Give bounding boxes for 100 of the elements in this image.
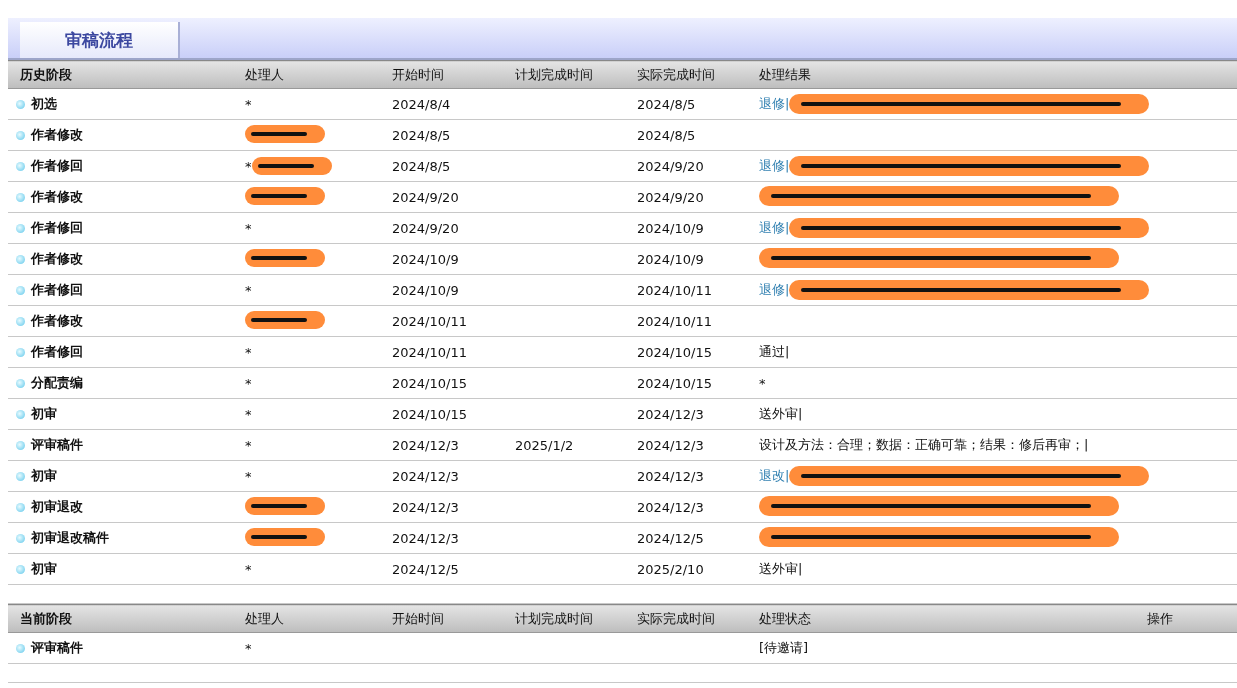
- result-text: 通过|: [759, 343, 790, 361]
- actual-date: 2024/12/5: [637, 530, 704, 546]
- start-date: 2024/12/3: [392, 499, 459, 515]
- result-link[interactable]: 退修|: [759, 281, 790, 299]
- stage-name: 作者修回: [31, 343, 83, 361]
- result-link[interactable]: 退修|: [759, 157, 790, 175]
- actual-date: 2024/12/3: [637, 468, 704, 484]
- stage-name: 作者修改: [31, 312, 83, 330]
- result-link[interactable]: 退修|: [759, 219, 790, 237]
- result-text: 设计及方法：合理；数据：正确可靠；结果：修后再审；|: [759, 436, 1089, 454]
- start-date: 2024/10/11: [392, 344, 467, 360]
- bullet-icon: [16, 564, 25, 574]
- handler-name: *: [245, 561, 252, 577]
- start-date: 2024/8/4: [392, 96, 451, 112]
- actual-date: 2024/8/5: [637, 127, 696, 143]
- start-date: 2024/9/20: [392, 189, 459, 205]
- start-date: 2024/10/15: [392, 406, 467, 422]
- stage-name: 评审稿件: [31, 436, 83, 454]
- actual-date: 2024/10/9: [637, 220, 704, 236]
- start-date: 2024/10/9: [392, 282, 459, 298]
- column-header: 开始时间: [392, 610, 444, 626]
- stage-name: 评审稿件: [31, 639, 83, 657]
- start-date: 2024/10/15: [392, 375, 467, 391]
- column-header: 处理结果: [759, 66, 811, 82]
- stage-name: 作者修回: [31, 219, 83, 237]
- stage-name: 初选: [31, 95, 57, 113]
- stage-name: 初审退改稿件: [31, 529, 109, 547]
- bullet-icon: [16, 471, 25, 481]
- tab[interactable]: 审稿流程: [20, 22, 180, 58]
- handler-name: *: [245, 96, 252, 112]
- handler-name: *: [245, 375, 252, 391]
- bullet-icon: [16, 254, 25, 264]
- status-text: [待邀请]: [759, 640, 809, 655]
- actual-date: 2024/12/3: [637, 437, 704, 453]
- actual-date: 2024/10/11: [637, 313, 712, 329]
- planned-date: 2025/1/2: [515, 437, 574, 453]
- handler-name: *: [245, 406, 252, 422]
- start-date: 2024/12/5: [392, 561, 459, 577]
- stage-name: 初审: [31, 405, 57, 423]
- bullet-icon: [16, 440, 25, 450]
- column-header: 处理人: [245, 66, 284, 82]
- column-header: 操作: [1147, 610, 1173, 626]
- start-date: 2024/12/3: [392, 437, 459, 453]
- actual-date: 2024/8/5: [637, 96, 696, 112]
- actual-date: 2024/12/3: [637, 499, 704, 515]
- result-link[interactable]: 退修|: [759, 95, 790, 113]
- column-header: 当前阶段: [20, 610, 72, 626]
- start-date: 2024/12/3: [392, 468, 459, 484]
- start-date: 2024/12/3: [392, 530, 459, 546]
- bullet-icon: [16, 285, 25, 295]
- bullet-icon: [16, 643, 25, 653]
- stage-name: 作者修改: [31, 250, 83, 268]
- stage-name: 初审: [31, 560, 57, 578]
- start-date: 2024/8/5: [392, 158, 451, 174]
- handler-name: *: [245, 437, 252, 453]
- bullet-icon: [16, 130, 25, 140]
- handler-name: *: [245, 468, 252, 484]
- column-header: 实际完成时间: [637, 610, 715, 626]
- bullet-icon: [16, 502, 25, 512]
- actual-date: 2024/9/20: [637, 189, 704, 205]
- handler-name: *: [245, 640, 252, 656]
- bullet-icon: [16, 316, 25, 326]
- bullet-icon: [16, 533, 25, 543]
- handler-name: *: [245, 220, 252, 236]
- bullet-icon: [16, 192, 25, 202]
- bullet-icon: [16, 223, 25, 233]
- actual-date: 2024/10/11: [637, 282, 712, 298]
- start-date: 2024/10/11: [392, 313, 467, 329]
- result-text: 送外审|: [759, 560, 803, 578]
- stage-name: 作者修回: [31, 157, 83, 175]
- stage-name: 初审退改: [31, 498, 83, 516]
- column-header: 计划完成时间: [515, 610, 593, 626]
- column-header: 处理状态: [759, 610, 811, 626]
- result-text: 送外审|: [759, 405, 803, 423]
- bullet-icon: [16, 161, 25, 171]
- bullet-icon: [16, 347, 25, 357]
- start-date: 2024/10/9: [392, 251, 459, 267]
- actual-date: 2025/2/10: [637, 561, 704, 577]
- column-header: 计划完成时间: [515, 66, 593, 82]
- actual-date: 2024/10/15: [637, 375, 712, 391]
- bullet-icon: [16, 99, 25, 109]
- bullet-icon: [16, 378, 25, 388]
- result-link[interactable]: 退改|: [759, 467, 790, 485]
- bullet-icon: [16, 409, 25, 419]
- stage-name: 作者修回: [31, 281, 83, 299]
- stage-name: 分配责编: [31, 374, 83, 392]
- column-header: 开始时间: [392, 66, 444, 82]
- start-date: 2024/9/20: [392, 220, 459, 236]
- column-header: 历史阶段: [20, 66, 72, 82]
- stage-name: 初审: [31, 467, 57, 485]
- result-text: *: [759, 375, 766, 391]
- stage-name: 作者修改: [31, 126, 83, 144]
- start-date: 2024/8/5: [392, 127, 451, 143]
- actual-date: 2024/10/9: [637, 251, 704, 267]
- column-header: 实际完成时间: [637, 66, 715, 82]
- handler-name: *: [245, 344, 252, 360]
- actual-date: 2024/12/3: [637, 406, 704, 422]
- actual-date: 2024/9/20: [637, 158, 704, 174]
- actual-date: 2024/10/15: [637, 344, 712, 360]
- stage-name: 作者修改: [31, 188, 83, 206]
